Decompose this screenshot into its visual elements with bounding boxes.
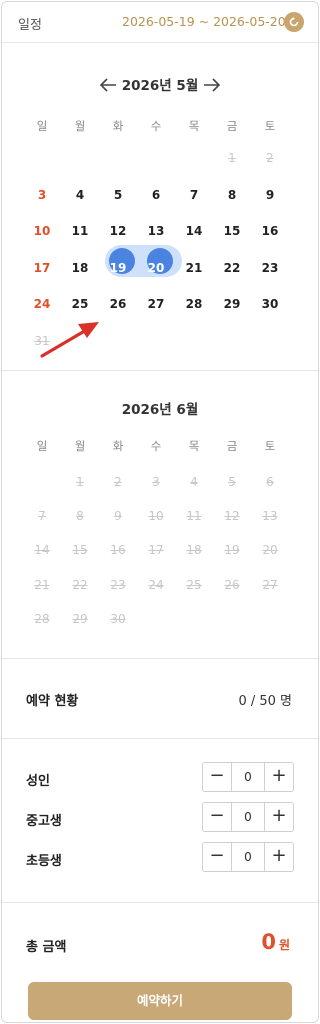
calendar-day: 7 [38,509,46,524]
divider [2,658,318,659]
calendar-day: 6 [266,475,274,489]
calendar-day: 27 [262,577,278,592]
child-plus-button[interactable]: + [264,843,293,871]
child-stepper: − 0 + [202,842,294,872]
calendar-day: 18 [186,543,202,558]
total-label: 총 금액 [26,940,67,955]
annotation-arrow-icon [40,322,99,358]
calendar-day: 12 [224,509,240,524]
selected-day[interactable]: 19 [100,256,136,280]
child-label: 초등생 [26,854,62,869]
teen-minus-button[interactable]: − [203,803,232,831]
calendar-day: 28 [34,611,50,626]
calendar-day: 25 [186,577,202,592]
total-amount-unit: 원 [278,938,290,952]
adult-label: 성인 [26,774,50,789]
calendar-day: 15 [72,543,88,558]
teen-count[interactable]: 0 [232,803,264,831]
calendar-day: 17 [148,543,164,558]
month-title-june: 2026년 6월 [121,402,199,418]
divider [2,738,318,739]
booking-panel: 일정 2026-05-19 ~ 2026-05-20 2026년 5월 일월화수… [1,1,319,1023]
calendar-day: 11 [186,509,202,524]
divider [2,902,318,903]
weekday-label: 월 [74,439,86,453]
calendar-day: 22 [72,577,88,592]
weekday-label: 목 [188,439,200,453]
total-amount-value: 0 [261,930,276,954]
total-amount: 0원 [261,930,290,954]
calendar-day: 24 [148,577,164,592]
calendar-day: 8 [76,509,84,524]
calendar-day: 9 [114,509,122,524]
calendar-day: 26 [224,577,240,592]
calendar-day: 5 [228,475,236,489]
calendar-day: 1 [76,475,84,489]
teen-plus-button[interactable]: + [264,803,293,831]
calendar-day: 3 [152,475,160,489]
weekday-label: 토 [264,439,276,453]
child-minus-button[interactable]: − [203,843,232,871]
calendar-day: 19 [224,543,240,558]
selected-day[interactable]: 20 [138,256,174,280]
calendar-day: 2 [114,475,122,489]
status-value: 0 / 50 명 [238,694,292,709]
week-row: 14 15 16 17 18 19 20 [28,538,292,562]
weekday-label: 일 [36,439,48,453]
calendar-day: 30 [110,611,126,626]
adult-plus-button[interactable]: + [264,763,293,791]
calendar-day: 16 [110,543,126,558]
week-row: 7 8 9 10 11 12 13 [28,504,292,528]
teen-stepper: − 0 + [202,802,294,832]
adult-count[interactable]: 0 [232,763,264,791]
status-label: 예약 현황 [26,694,79,709]
adult-minus-button[interactable]: − [203,763,232,791]
calendar-day: 13 [262,509,278,524]
weekday-label: 금 [226,439,238,453]
adult-stepper: − 0 + [202,762,294,792]
calendar-day: 23 [110,577,126,592]
calendar-day: 29 [72,611,88,626]
week-row: 21 22 23 24 25 26 27 [28,573,292,597]
teen-label: 중고생 [26,814,62,829]
calendar-day: 14 [34,543,50,558]
child-count[interactable]: 0 [232,843,264,871]
weekday-label: 화 [112,439,124,453]
weekday-label: 수 [150,439,162,453]
calendar-day: 4 [190,475,198,489]
calendar-day: 20 [262,543,278,558]
week-row: 28 29 30 [28,607,292,631]
book-button[interactable]: 예약하기 [28,982,292,1020]
calendar-day: 10 [148,509,164,524]
calendar-day: 21 [34,577,50,592]
week-row: 1 2 3 4 5 6 [28,470,292,494]
weekday-row: 일월화수목금토 [28,434,292,458]
